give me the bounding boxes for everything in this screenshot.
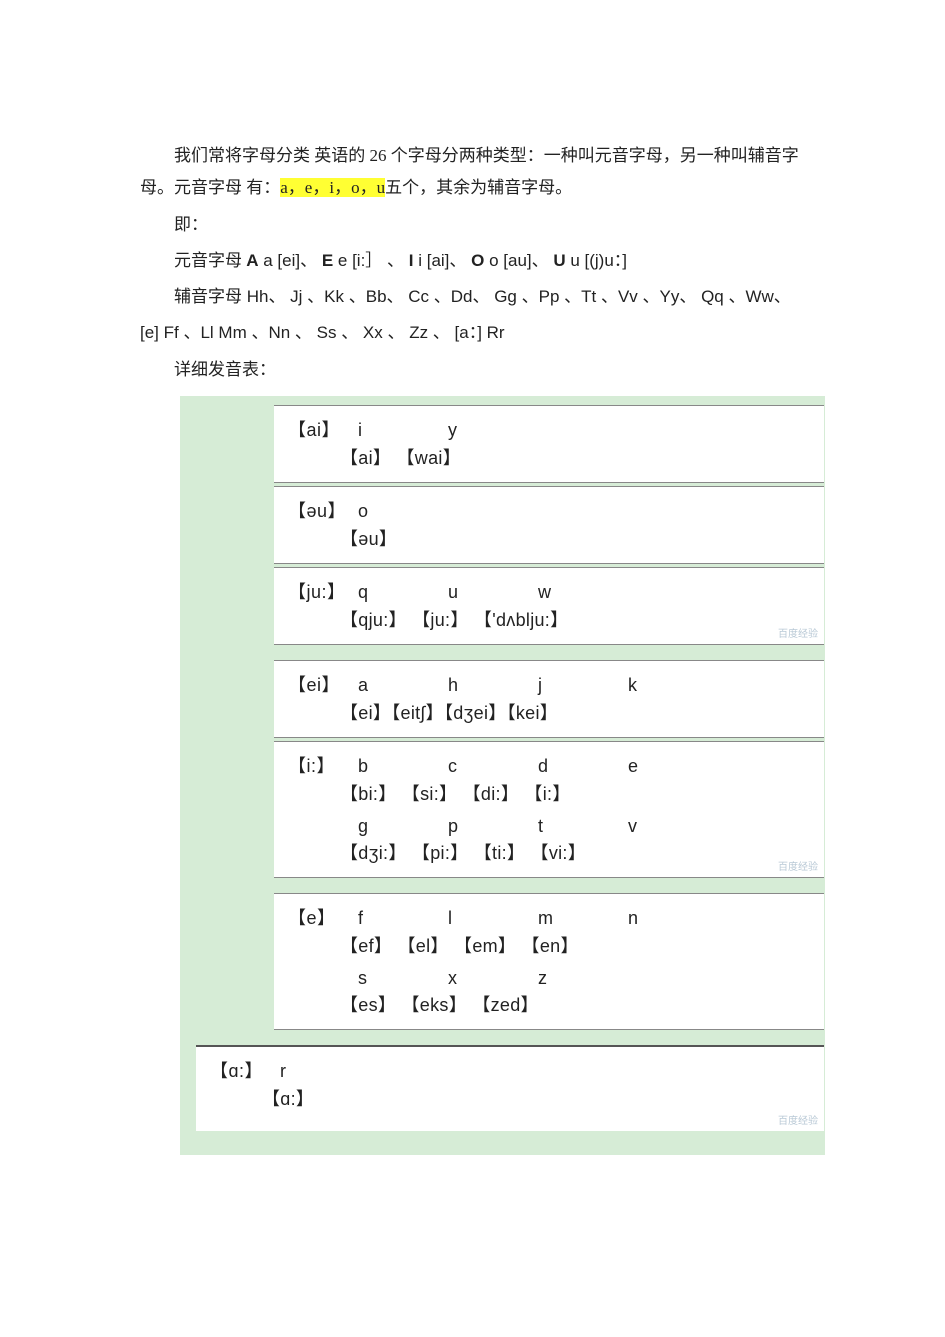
vowel-letter-pronunciation: e [i:］ 、 bbox=[333, 251, 409, 270]
letter-row: 【ei】ahjk bbox=[288, 671, 810, 697]
table-cell: 【ju:】quw【qju:】 【ju:】 【'dʌblju:】百度经验 bbox=[274, 567, 824, 645]
letter: m bbox=[538, 908, 628, 929]
table-section: 【ai】iy【ai】 【wai】【əu】o【əu】【ju:】quw【qju:】 … bbox=[180, 396, 825, 651]
letter-row: sxz bbox=[288, 968, 810, 989]
letter-row: 【ai】iy bbox=[288, 416, 810, 442]
letter: j bbox=[538, 675, 628, 696]
table-section: 【ɑ:】r【ɑ:】百度经验 bbox=[180, 1036, 825, 1155]
letter: l bbox=[448, 908, 538, 929]
vowel-letter-pronunciation: o [au]、 bbox=[484, 251, 553, 270]
letter: d bbox=[538, 756, 628, 777]
letter: k bbox=[628, 675, 718, 696]
vowel-letter-bold: O bbox=[471, 251, 484, 270]
letter-row: 【ju:】quw bbox=[288, 578, 810, 604]
table-cell: 【əu】o【əu】 bbox=[274, 486, 824, 564]
vowel-letters-line: 元音字母 A a [ei]、 E e [i:］ 、 I i [ai]、 O o … bbox=[140, 245, 805, 277]
phonetic-group-head: 【i:】 bbox=[288, 752, 358, 778]
table-cell: 【e】flmn【ef】 【el】 【em】 【en】sxz【es】 【eks】 … bbox=[274, 893, 824, 1030]
letter: b bbox=[358, 756, 448, 777]
watermark: 百度经验 bbox=[778, 858, 818, 873]
vowel-letter-pronunciation: u [(j)u：] bbox=[566, 251, 627, 270]
phonetic-row: 【ai】 【wai】 bbox=[288, 444, 810, 470]
table-title: 详细发音表： bbox=[140, 354, 805, 386]
vowel-letter-bold: U bbox=[553, 251, 565, 270]
letter-row: 【əu】o bbox=[288, 497, 810, 523]
letter-row: 【i:】bcde bbox=[288, 752, 810, 778]
letter: w bbox=[538, 582, 628, 603]
letter: f bbox=[358, 908, 448, 929]
phonetic-row: 【əu】 bbox=[288, 525, 810, 551]
letter: r bbox=[280, 1061, 370, 1082]
letter: e bbox=[628, 756, 718, 777]
phonetic-row: 【ei】【eit∫】【dʒei】【kei】 bbox=[288, 699, 810, 725]
watermark: 百度经验 bbox=[778, 625, 818, 640]
letter: v bbox=[628, 816, 718, 837]
text: 五个，其余为辅音字母。 bbox=[385, 178, 572, 197]
phonetic-group-head: 【ai】 bbox=[288, 416, 358, 442]
vowel-letter-pronunciation: i [ai]、 bbox=[414, 251, 472, 270]
letter: n bbox=[628, 908, 718, 929]
phonetic-row: 【bi:】 【si:】 【di:】 【i:】 bbox=[288, 780, 810, 806]
document-page: 我们常将字母分类 英语的 26 个字母分两种类型：一种叫元音字母，另一种叫辅音字… bbox=[0, 0, 945, 1215]
vowel-letter-bold: A bbox=[246, 251, 258, 270]
vowel-letter-pronunciation: a [ei]、 bbox=[259, 251, 322, 270]
watermark: 百度经验 bbox=[778, 1112, 818, 1127]
intro-paragraph-1: 我们常将字母分类 英语的 26 个字母分两种类型：一种叫元音字母，另一种叫辅音字… bbox=[140, 140, 805, 205]
intro-paragraph-2: 即： bbox=[140, 209, 805, 241]
table-cell: 【ai】iy【ai】 【wai】 bbox=[274, 405, 824, 483]
letter: y bbox=[448, 420, 538, 441]
table-cell: 【ɑ:】r【ɑ:】百度经验 bbox=[196, 1045, 824, 1131]
phonetic-row: 【ɑ:】 bbox=[210, 1085, 810, 1111]
table-cell: 【i:】bcde【bi:】 【si:】 【di:】 【i:】gptv【dʒi:】… bbox=[274, 741, 824, 878]
phonetic-group-head: 【ɑ:】 bbox=[210, 1057, 280, 1083]
letter: i bbox=[358, 420, 448, 441]
letter: x bbox=[448, 968, 538, 989]
letter: h bbox=[448, 675, 538, 696]
consonant-letters-line-1: 辅音字母 Hh、 Jj 、Kk 、Bb、 Cc 、Dd、 Gg 、Pp 、Tt … bbox=[140, 281, 805, 313]
letter: g bbox=[358, 816, 448, 837]
letter: c bbox=[448, 756, 538, 777]
phonetic-group-head: 【ju:】 bbox=[288, 578, 358, 604]
phonetic-row: 【ef】 【el】 【em】 【en】 bbox=[288, 932, 810, 958]
phonetic-group-head: 【ei】 bbox=[288, 671, 358, 697]
letter: s bbox=[358, 968, 448, 989]
letter: t bbox=[538, 816, 628, 837]
phonetic-row: 【es】 【eks】 【zed】 bbox=[288, 991, 810, 1017]
vowel-letter-bold: E bbox=[322, 251, 333, 270]
phonetic-row: 【dʒi:】 【pi:】 【ti:】 【vi:】 bbox=[288, 839, 810, 865]
table-section: 【ei】ahjk【ei】【eit∫】【dʒei】【kei】【i:】bcde【bi… bbox=[180, 651, 825, 884]
highlighted-vowels: a，e，i，o，u bbox=[280, 178, 385, 197]
phonetic-group-head: 【e】 bbox=[288, 904, 358, 930]
letter: p bbox=[448, 816, 538, 837]
table-section: 【e】flmn【ef】 【el】 【em】 【en】sxz【es】 【eks】 … bbox=[180, 884, 825, 1036]
letter: o bbox=[358, 501, 448, 522]
letter-row: gptv bbox=[288, 816, 810, 837]
letter: a bbox=[358, 675, 448, 696]
pronunciation-table: 【ai】iy【ai】 【wai】【əu】o【əu】【ju:】quw【qju:】 … bbox=[180, 396, 825, 1155]
table-cell: 【ei】ahjk【ei】【eit∫】【dʒei】【kei】 bbox=[274, 660, 824, 738]
phonetic-row: 【qju:】 【ju:】 【'dʌblju:】 bbox=[288, 606, 810, 632]
phonetic-group-head: 【əu】 bbox=[288, 497, 358, 523]
text: 元音字母 bbox=[174, 251, 246, 270]
consonant-letters-line-2: [e] Ff 、Ll Mm 、Nn 、 Ss 、 Xx 、 Zz 、 [a：] … bbox=[140, 317, 805, 349]
letter: u bbox=[448, 582, 538, 603]
letter-row: 【e】flmn bbox=[288, 904, 810, 930]
letter: z bbox=[538, 968, 628, 989]
letter: q bbox=[358, 582, 448, 603]
letter-row: 【ɑ:】r bbox=[210, 1057, 810, 1083]
